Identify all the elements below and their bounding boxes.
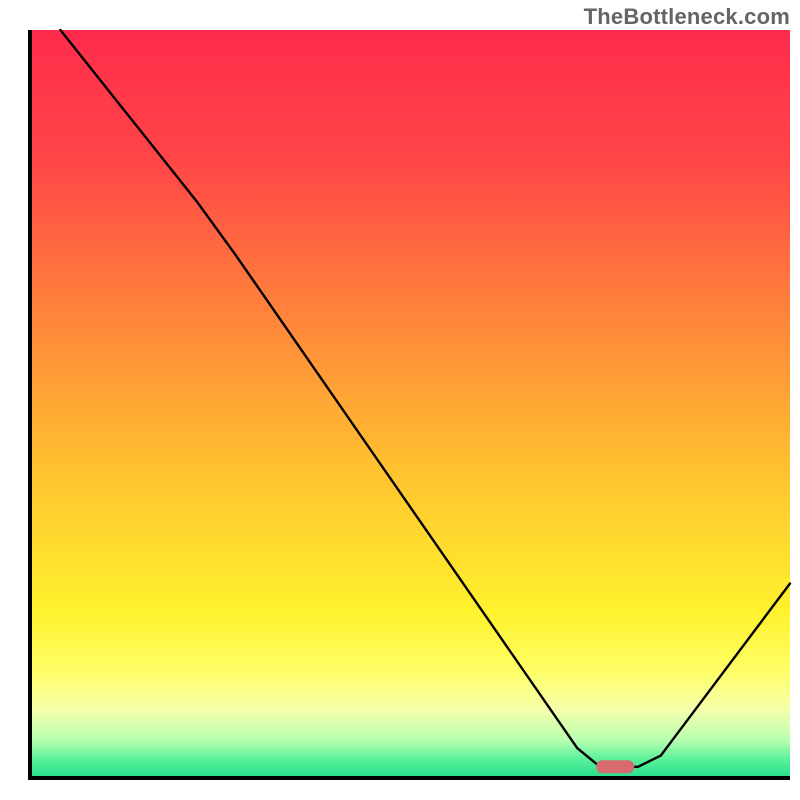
bottleneck-chart [0, 0, 800, 800]
gradient-background [30, 30, 790, 778]
optimal-marker [596, 760, 634, 773]
chart-frame: TheBottleneck.com [0, 0, 800, 800]
